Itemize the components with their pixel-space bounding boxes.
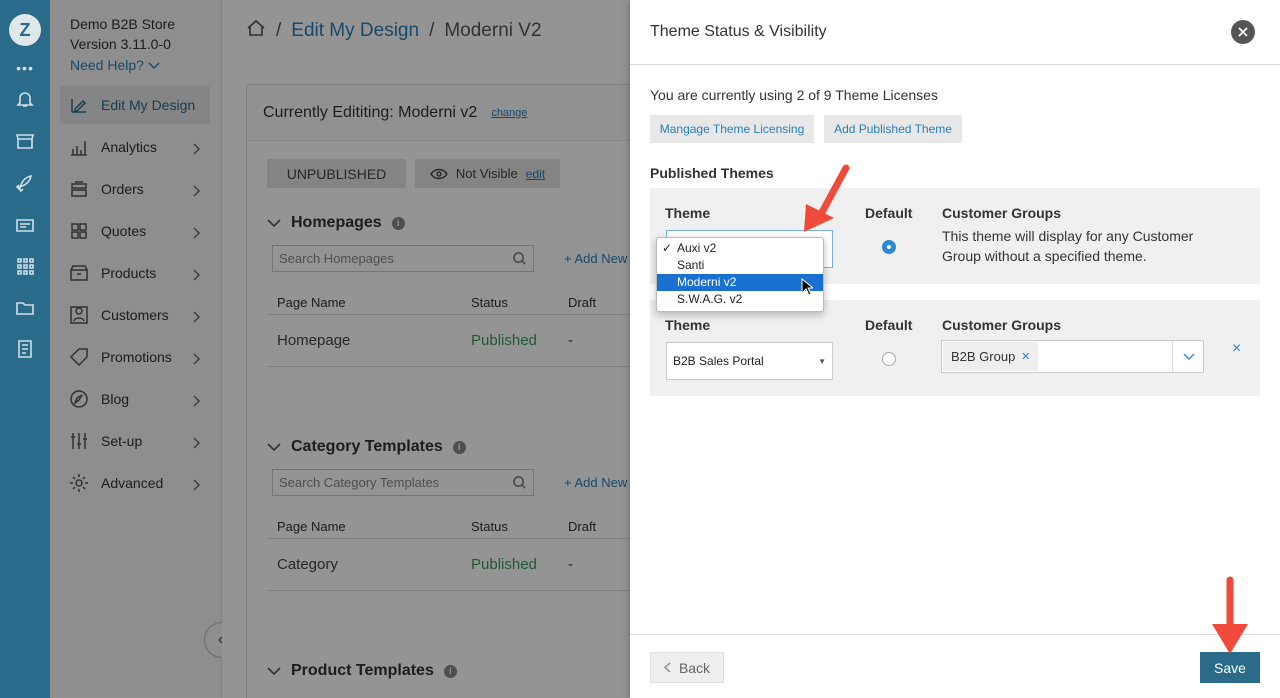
chevron-left-icon xyxy=(663,662,671,673)
dropdown-option[interactable]: Santi xyxy=(657,257,823,274)
back-button[interactable]: Back xyxy=(650,652,724,683)
option-label: Auxi v2 xyxy=(677,241,717,255)
option-label: Santi xyxy=(677,258,705,272)
drawer-title: Theme Status & Visibility xyxy=(650,23,827,40)
col-groups-header: Customer Groups xyxy=(942,205,1062,221)
dropdown-option[interactable]: ✓ Auxi v2 xyxy=(657,240,823,257)
close-icon xyxy=(1238,27,1248,37)
check-icon: ✓ xyxy=(662,241,673,255)
published-themes-title: Published Themes xyxy=(650,165,774,181)
col-default-header: Default xyxy=(865,205,913,221)
option-label: S.W.A.G. v2 xyxy=(677,292,743,306)
remove-theme-row-icon[interactable]: × xyxy=(1232,340,1241,358)
col-theme-header: Theme xyxy=(665,317,711,333)
store-icon[interactable] xyxy=(15,131,35,151)
groups-dropdown-toggle[interactable] xyxy=(1172,341,1204,372)
drawer-footer: Back Save xyxy=(630,634,1280,698)
group-chip-label: B2B Group xyxy=(951,349,1016,364)
close-button[interactable] xyxy=(1231,20,1255,44)
option-label: Moderni v2 xyxy=(677,275,737,289)
dropdown-arrow-icon: ▼ xyxy=(818,357,826,366)
folder-icon[interactable] xyxy=(15,298,35,318)
more-icon[interactable]: ••• xyxy=(0,60,50,76)
customer-groups-field[interactable]: B2B Group × xyxy=(941,340,1204,373)
theme-row-2: Theme Default Customer Groups B2B Sales … xyxy=(650,300,1260,396)
app-logo[interactable]: Z xyxy=(9,14,41,46)
drawer-header: Theme Status & Visibility xyxy=(630,0,1280,65)
notifications-icon[interactable] xyxy=(15,89,35,109)
dropdown-option-highlighted[interactable]: Moderni v2 xyxy=(657,274,823,291)
card-icon[interactable] xyxy=(15,215,35,235)
chevron-down-icon xyxy=(1183,353,1194,360)
theme-select-value: B2B Sales Portal xyxy=(673,354,764,368)
back-label: Back xyxy=(678,659,711,676)
theme-dropdown-menu: ✓ Auxi v2 Santi Moderni v2 S.W.A.G. v2 xyxy=(656,237,824,312)
apps-grid-icon[interactable] xyxy=(15,256,35,276)
remove-chip-icon[interactable]: × xyxy=(1021,348,1030,365)
col-default-header: Default xyxy=(865,317,913,333)
dropdown-option[interactable]: S.W.A.G. v2 xyxy=(657,291,823,308)
col-groups-header: Customer Groups xyxy=(942,317,1062,333)
theme-select[interactable]: B2B Sales Portal ▼ xyxy=(666,342,833,380)
annotation-arrow-icon xyxy=(1212,576,1248,654)
manage-licensing-button[interactable]: Mangage Theme Licensing xyxy=(650,115,814,143)
default-radio[interactable] xyxy=(882,352,896,366)
col-theme-header: Theme xyxy=(665,205,711,221)
add-published-theme-button[interactable]: Add Published Theme xyxy=(824,115,962,143)
theme-status-drawer: Theme Status & Visibility You are curren… xyxy=(630,0,1280,698)
report-icon[interactable] xyxy=(15,339,35,359)
mouse-cursor-icon xyxy=(801,278,813,296)
group-chip: B2B Group × xyxy=(943,342,1039,371)
default-radio-selected[interactable] xyxy=(882,240,896,254)
launch-icon[interactable] xyxy=(15,173,35,193)
icon-rail: Z ••• xyxy=(0,0,50,698)
customer-groups-note: This theme will display for any Customer… xyxy=(942,228,1194,264)
modal-backdrop[interactable] xyxy=(50,0,630,698)
license-usage-text: You are currently using 2 of 9 Theme Lic… xyxy=(650,87,938,103)
annotation-arrow-icon xyxy=(804,164,850,232)
